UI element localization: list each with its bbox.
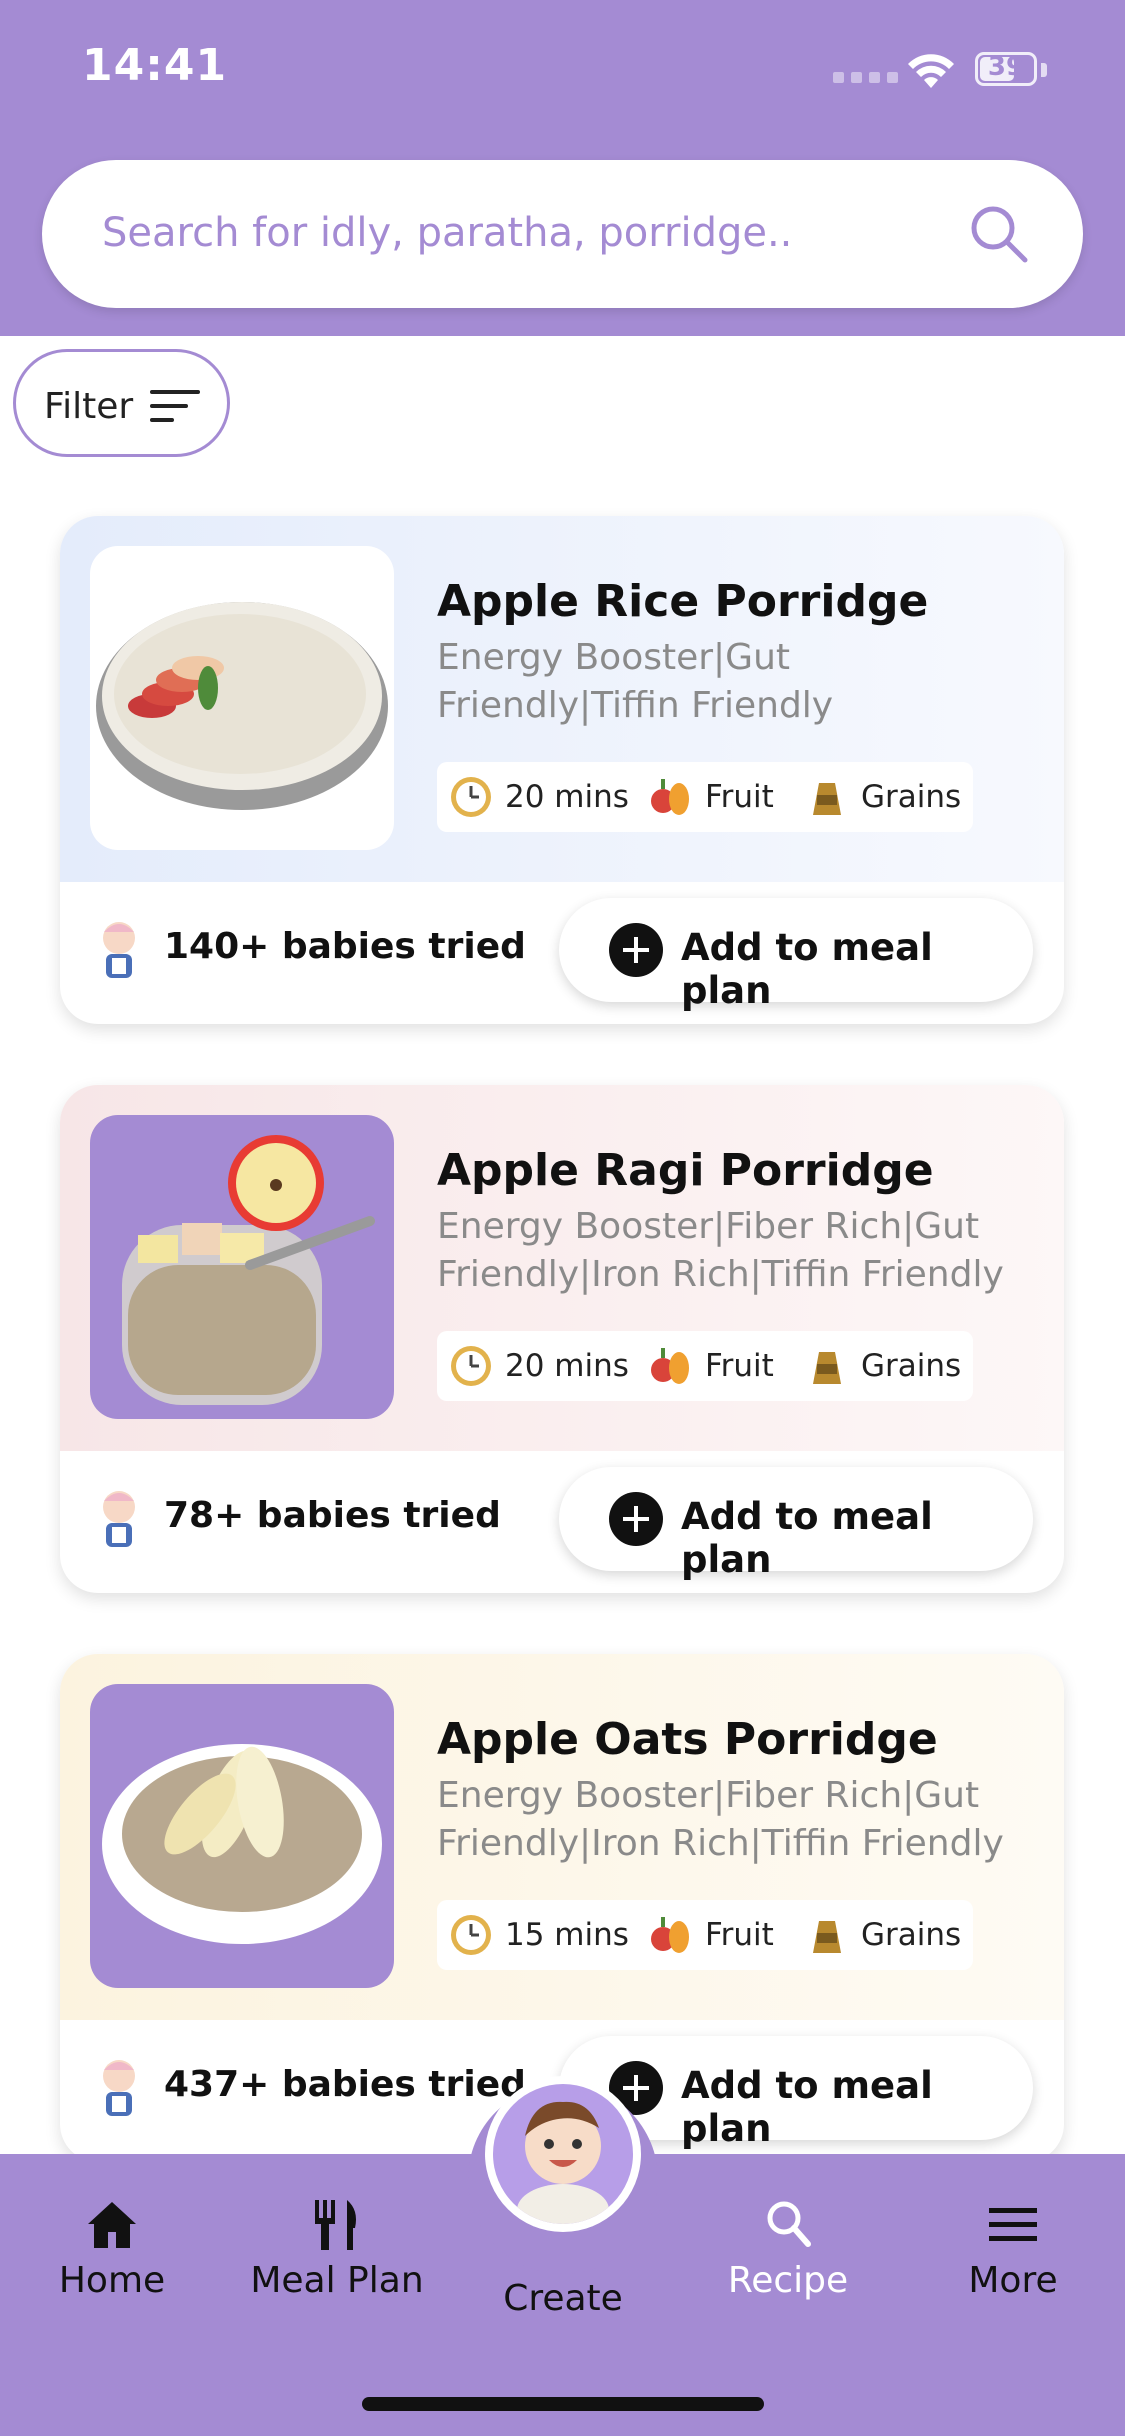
nav-home-label: Home — [58, 2260, 166, 2301]
grains-icon — [813, 783, 841, 815]
filter-icon — [150, 390, 200, 422]
search-icon — [767, 2201, 811, 2247]
grains-icon — [813, 1352, 841, 1384]
filter-label: Filter — [44, 386, 134, 427]
recipe-title: Apple Ragi Porridge — [437, 1145, 934, 1196]
recipe-meta: 20 mins Fruit Grains — [437, 1331, 973, 1401]
recipe-card[interactable]: Apple Rice Porridge Energy Booster|Gut F… — [60, 516, 1064, 1024]
recipe-meta: 20 mins Fruit Grains — [437, 762, 973, 832]
recipe-meta: 15 mins Fruit Grains — [437, 1900, 973, 1970]
home-icon — [88, 2202, 136, 2248]
recipe-category-fruit: Fruit — [705, 1348, 774, 1384]
recipe-category-grains: Grains — [861, 1348, 962, 1384]
home-indicator — [362, 2397, 764, 2411]
wifi-icon — [908, 54, 954, 88]
recipe-image — [90, 1115, 394, 1419]
add-to-meal-plan-label: Add to meal plan — [681, 2064, 933, 2150]
grains-icon — [813, 1921, 841, 1953]
menu-icon — [989, 2208, 1037, 2241]
recipe-category-grains: Grains — [861, 1917, 962, 1953]
clock-icon — [451, 777, 491, 817]
babies-tried: 140+ babies tried — [164, 926, 526, 967]
add-to-meal-plan-label: Add to meal plan — [681, 1495, 933, 1581]
create-button[interactable] — [485, 2076, 641, 2232]
nav-recipe[interactable]: Recipe — [688, 2194, 888, 2301]
plus-icon — [609, 923, 663, 977]
babies-tried: 437+ babies tried — [164, 2064, 526, 2105]
baby-avatar-icon — [493, 2084, 633, 2224]
nav-create-label: Create — [503, 2278, 623, 2319]
bottom-nav: Home Meal Plan Create Recipe More — [0, 2076, 1125, 2436]
fruit-icon — [651, 779, 689, 815]
add-to-meal-plan-button[interactable]: Add to meal plan — [559, 1467, 1033, 1581]
search-bar[interactable]: Search for idly, paratha, porridge.. — [42, 160, 1083, 308]
fruit-icon — [651, 1348, 689, 1384]
nav-more[interactable]: More — [913, 2194, 1113, 2301]
add-to-meal-plan-button[interactable]: Add to meal plan — [559, 898, 1033, 1012]
search-icon[interactable] — [967, 202, 1031, 266]
nav-recipe-label: Recipe — [727, 2260, 849, 2301]
recipe-image — [90, 1684, 394, 1988]
plus-icon — [609, 1492, 663, 1546]
recipe-card[interactable]: Apple Ragi Porridge Energy Booster|Fiber… — [60, 1085, 1064, 1593]
recipe-time: 15 mins — [505, 1917, 629, 1953]
baby-icon — [103, 1491, 135, 1547]
recipe-title: Apple Rice Porridge — [437, 576, 929, 627]
nav-create[interactable]: Create — [463, 2272, 663, 2319]
nav-home[interactable]: Home — [12, 2194, 212, 2301]
clock-icon — [451, 1346, 491, 1386]
baby-icon — [103, 922, 135, 978]
fork-knife-icon — [315, 2200, 356, 2250]
recipe-category-fruit: Fruit — [705, 1917, 774, 1953]
recipe-tags: Energy Booster|Fiber Rich|Gut Friendly|I… — [437, 1775, 1004, 1864]
battery-level: 39 — [987, 52, 1025, 82]
nav-more-label: More — [968, 2260, 1058, 2301]
recipe-tags: Energy Booster|Gut Friendly|Tiffin Frien… — [437, 637, 834, 726]
recipe-category-fruit: Fruit — [705, 779, 774, 815]
recipe-time: 20 mins — [505, 1348, 629, 1384]
nav-meal-plan[interactable]: Meal Plan — [237, 2194, 437, 2301]
filter-button[interactable]: Filter — [13, 349, 230, 457]
header: 14:41 39 Search for idly, paratha, porri… — [0, 0, 1125, 336]
recipe-time: 20 mins — [505, 779, 629, 815]
add-to-meal-plan-label: Add to meal plan — [681, 926, 933, 1012]
babies-tried: 78+ babies tried — [164, 1495, 501, 1536]
recipe-title: Apple Oats Porridge — [437, 1714, 938, 1765]
recipe-category-grains: Grains — [861, 779, 962, 815]
status-time: 14:41 — [82, 40, 228, 91]
recipe-tags: Energy Booster|Fiber Rich|Gut Friendly|I… — [437, 1206, 1004, 1295]
baby-icon — [103, 2060, 135, 2116]
recipe-image — [90, 546, 394, 850]
clock-icon — [451, 1915, 491, 1955]
battery-icon: 39 — [975, 52, 1037, 86]
nav-meal-plan-label: Meal Plan — [250, 2260, 424, 2301]
cellular-signal-icon — [833, 72, 898, 83]
search-input[interactable]: Search for idly, paratha, porridge.. — [102, 210, 792, 256]
status-icons: 39 — [833, 50, 1073, 90]
fruit-icon — [651, 1917, 689, 1953]
